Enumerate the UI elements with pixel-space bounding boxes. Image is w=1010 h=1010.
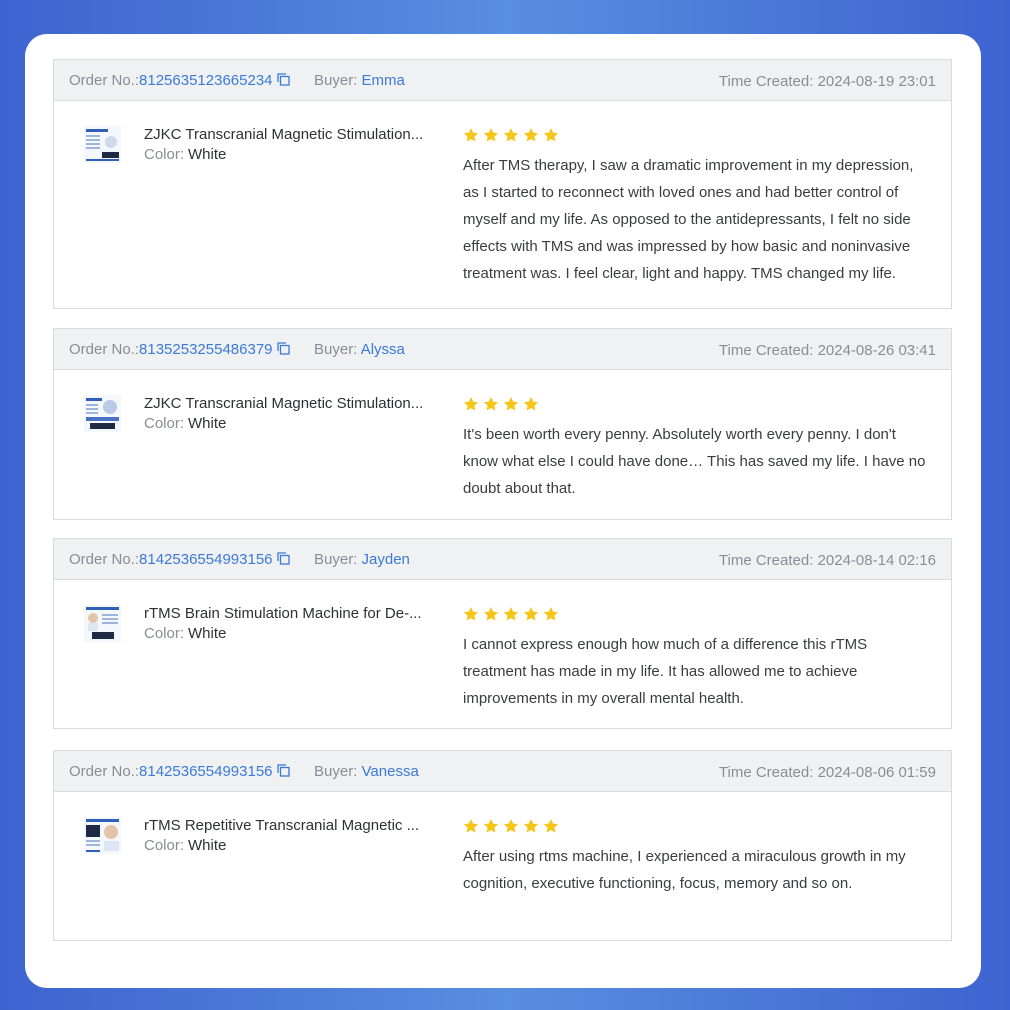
- color-label: Color:: [144, 415, 185, 432]
- star-icon: [463, 397, 479, 411]
- rating-stars: [463, 127, 559, 143]
- review-text: I cannot express enough how much of a di…: [463, 636, 868, 707]
- time-created-label: Time Created:: [718, 73, 814, 90]
- reviews-panel: Order No.:8125635123665234 Buyer: Emma T…: [25, 34, 981, 988]
- color-label: Color:: [144, 837, 185, 854]
- order-header: Order No.:8135253255486379 Buyer: Alyssa…: [54, 329, 951, 370]
- star-icon: [543, 128, 559, 142]
- color-label: Color:: [144, 146, 185, 163]
- star-icon: [523, 128, 539, 142]
- star-icon: [523, 607, 539, 621]
- star-icon: [503, 819, 519, 833]
- product-name[interactable]: rTMS Brain Stimulation Machine for De-..…: [144, 605, 422, 622]
- star-icon: [483, 607, 499, 621]
- buyer-name[interactable]: Emma: [362, 72, 405, 89]
- color-value: White: [188, 625, 227, 642]
- time-created-label: Time Created:: [718, 552, 814, 569]
- time-created-label: Time Created:: [718, 764, 814, 781]
- buyer-name[interactable]: Jayden: [362, 551, 410, 568]
- order-number: Order No.:8125635123665234: [69, 72, 290, 89]
- time-created-value: 2024-08-19 23:01: [817, 73, 936, 90]
- buyer-name[interactable]: Alyssa: [361, 341, 405, 358]
- copy-icon[interactable]: [276, 342, 290, 355]
- order-number-value[interactable]: 8125635123665234: [139, 72, 272, 89]
- star-icon: [463, 607, 479, 621]
- review-text: After TMS therapy, I saw a dramatic impr…: [463, 157, 914, 282]
- star-icon: [503, 607, 519, 621]
- product-color: Color: White: [144, 415, 226, 432]
- buyer-label: Buyer:: [314, 763, 358, 780]
- buyer: Buyer: Alyssa: [314, 341, 405, 358]
- copy-icon[interactable]: [276, 552, 290, 565]
- product-color: Color: White: [144, 146, 226, 163]
- order-review-card: Order No.:8135253255486379 Buyer: Alyssa…: [53, 328, 952, 520]
- product-color: Color: White: [144, 837, 226, 854]
- buyer: Buyer: Emma: [314, 72, 405, 89]
- copy-icon[interactable]: [276, 764, 290, 777]
- rating-stars: [463, 606, 559, 622]
- order-number: Order No.:8142536554993156: [69, 551, 290, 568]
- product-name[interactable]: rTMS Repetitive Transcranial Magnetic ..…: [144, 817, 419, 834]
- star-icon: [543, 819, 559, 833]
- order-number-value[interactable]: 8135253255486379: [139, 341, 272, 358]
- order-header: Order No.:8142536554993156 Buyer: Vaness…: [54, 751, 951, 792]
- star-icon: [503, 128, 519, 142]
- order-number-label: Order No.:: [69, 72, 140, 89]
- order-number: Order No.:8135253255486379: [69, 341, 290, 358]
- order-number-label: Order No.:: [69, 763, 140, 780]
- order-header: Order No.:8125635123665234 Buyer: Emma T…: [54, 60, 951, 101]
- copy-icon[interactable]: [276, 73, 290, 86]
- buyer-label: Buyer:: [314, 551, 358, 568]
- time-created-value: 2024-08-14 02:16: [817, 552, 936, 569]
- product-thumbnail[interactable]: [84, 126, 121, 163]
- time-created: Time Created: 2024-08-26 03:41: [719, 342, 936, 359]
- order-number-label: Order No.:: [69, 341, 140, 358]
- buyer-label: Buyer:: [314, 341, 358, 358]
- star-icon: [463, 819, 479, 833]
- buyer-name[interactable]: Vanessa: [362, 763, 419, 780]
- star-icon: [483, 397, 499, 411]
- review-text: After using rtms machine, I experienced …: [463, 848, 906, 892]
- rating-stars: [463, 818, 559, 834]
- color-value: White: [188, 837, 227, 854]
- star-icon: [483, 128, 499, 142]
- product-thumbnail[interactable]: [84, 395, 121, 432]
- star-icon: [523, 819, 539, 833]
- order-number-label: Order No.:: [69, 551, 140, 568]
- rating-stars: [463, 396, 539, 412]
- star-icon: [523, 397, 539, 411]
- product-color: Color: White: [144, 625, 226, 642]
- order-number-value[interactable]: 8142536554993156: [139, 551, 272, 568]
- color-label: Color:: [144, 625, 185, 642]
- order-header: Order No.:8142536554993156 Buyer: Jayden…: [54, 539, 951, 580]
- buyer: Buyer: Jayden: [314, 551, 410, 568]
- product-thumbnail[interactable]: [84, 605, 121, 642]
- color-value: White: [188, 415, 227, 432]
- time-created: Time Created: 2024-08-19 23:01: [719, 73, 936, 90]
- order-review-card: Order No.:8142536554993156 Buyer: Jayden…: [53, 538, 952, 729]
- order-number: Order No.:8142536554993156: [69, 763, 290, 780]
- time-created: Time Created: 2024-08-06 01:59: [719, 764, 936, 781]
- star-icon: [543, 607, 559, 621]
- time-created-value: 2024-08-26 03:41: [817, 342, 936, 359]
- order-number-value[interactable]: 8142536554993156: [139, 763, 272, 780]
- product-name[interactable]: ZJKC Transcranial Magnetic Stimulation..…: [144, 395, 423, 412]
- star-icon: [483, 819, 499, 833]
- review-text: It's been worth every penny. Absolutely …: [463, 426, 926, 497]
- color-value: White: [188, 146, 227, 163]
- buyer: Buyer: Vanessa: [314, 763, 419, 780]
- product-thumbnail[interactable]: [84, 817, 121, 854]
- time-created: Time Created: 2024-08-14 02:16: [719, 552, 936, 569]
- order-review-card: Order No.:8142536554993156 Buyer: Vaness…: [53, 750, 952, 941]
- buyer-label: Buyer:: [314, 72, 358, 89]
- star-icon: [463, 128, 479, 142]
- order-review-card: Order No.:8125635123665234 Buyer: Emma T…: [53, 59, 952, 309]
- time-created-value: 2024-08-06 01:59: [817, 764, 936, 781]
- time-created-label: Time Created:: [718, 342, 814, 359]
- product-name[interactable]: ZJKC Transcranial Magnetic Stimulation..…: [144, 126, 423, 143]
- star-icon: [503, 397, 519, 411]
